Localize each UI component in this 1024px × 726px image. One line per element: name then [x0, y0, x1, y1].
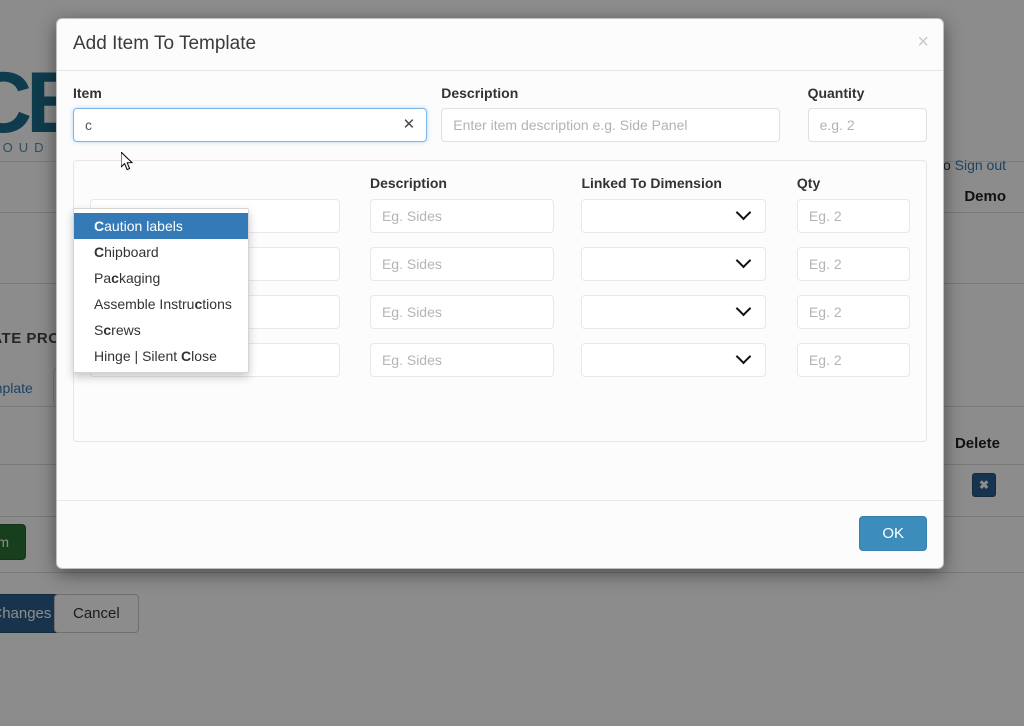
row-qty-input[interactable] [796, 247, 910, 281]
column-header-linked-to-dimension: Linked To Dimension [581, 175, 722, 191]
add-item-modal: Add Item To Template × Item ✕ Descriptio… [56, 18, 944, 569]
autocomplete-option[interactable]: Assemble Instructions [74, 291, 248, 317]
panel-column-headers: Description Linked To Dimension Qty [90, 175, 910, 191]
linked-dimension-select[interactable] [581, 343, 766, 377]
description-input[interactable] [441, 108, 780, 142]
autocomplete-option[interactable]: Hinge | Silent Close [74, 343, 248, 369]
chevron-down-icon [735, 300, 752, 317]
row-description-input[interactable] [369, 247, 555, 281]
row-description-input[interactable] [369, 199, 555, 233]
autocomplete-option[interactable]: Packaging [74, 265, 248, 291]
quantity-input[interactable] [807, 108, 927, 142]
linked-dimension-select[interactable] [581, 247, 766, 281]
autocomplete-option[interactable]: Caution labels [74, 213, 248, 239]
linked-dimension-select[interactable] [581, 295, 766, 329]
mouse-cursor [121, 152, 134, 171]
quantity-field-group: Quantity [807, 85, 927, 142]
description-field-group: Description [441, 85, 780, 142]
row-qty-input[interactable] [796, 343, 910, 377]
quantity-label: Quantity [807, 85, 865, 101]
column-header-description: Description [369, 175, 447, 191]
clear-icon[interactable]: ✕ [403, 116, 416, 134]
top-field-row: Item ✕ Description Quantity [73, 85, 927, 142]
modal-header: Add Item To Template × [57, 19, 943, 71]
row-description-input[interactable] [369, 343, 555, 377]
row-description-input[interactable] [369, 295, 555, 329]
item-input[interactable] [73, 108, 428, 142]
close-icon[interactable]: × [917, 32, 929, 52]
row-qty-input[interactable] [796, 295, 910, 329]
linked-dimension-select[interactable] [581, 199, 766, 233]
autocomplete-option[interactable]: Screws [74, 317, 248, 343]
chevron-down-icon [735, 348, 752, 365]
description-label: Description [441, 85, 519, 101]
chevron-down-icon [735, 252, 752, 269]
modal-footer: OK [57, 500, 943, 568]
ok-button[interactable]: OK [859, 516, 927, 551]
item-autocomplete-menu[interactable]: Caution labels Chipboard Packaging Assem… [73, 208, 249, 373]
item-field-group: Item ✕ [73, 85, 428, 142]
item-label: Item [73, 85, 102, 101]
modal-body: Item ✕ Description Quantity Description … [57, 71, 943, 442]
autocomplete-option[interactable]: Chipboard [74, 239, 248, 265]
column-header-qty: Qty [796, 175, 821, 191]
chevron-down-icon [735, 204, 752, 221]
row-qty-input[interactable] [796, 199, 910, 233]
modal-title: Add Item To Template [73, 33, 257, 54]
